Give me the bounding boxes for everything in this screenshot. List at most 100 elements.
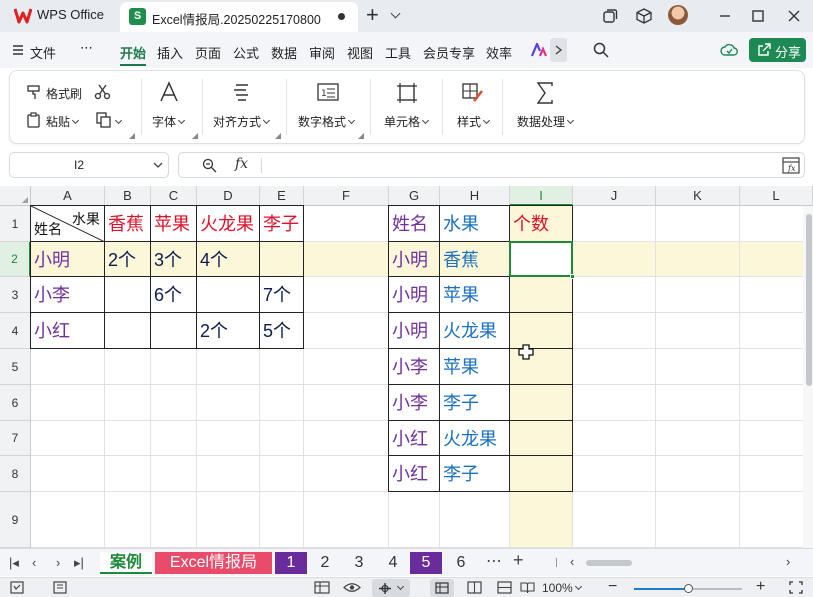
scissors-icon[interactable] (94, 84, 111, 100)
formula-expand-icon[interactable]: fx (782, 157, 800, 174)
reading-view-icon[interactable] (520, 581, 535, 594)
menu-view[interactable]: 视图 (347, 43, 373, 62)
count-cell[interactable]: 6个 (151, 277, 197, 313)
menu-file[interactable]: 文件 (30, 43, 56, 62)
menu-formula[interactable]: 公式 (233, 43, 259, 62)
fruit-header-cell[interactable]: 火龙果 (197, 206, 260, 242)
menu-review[interactable]: 审阅 (309, 43, 335, 62)
person-name-cell[interactable]: 小明 (389, 242, 440, 277)
fruit-name-cell[interactable]: 李子 (440, 456, 510, 492)
row-header-8[interactable]: 8 (0, 456, 31, 492)
prev-sheet-button[interactable]: ‹ (32, 555, 36, 570)
column-header-g[interactable]: G (389, 186, 440, 206)
fx-icon[interactable]: fx (235, 156, 248, 172)
menu-efficiency[interactable]: 效率 (486, 43, 512, 62)
column-header-a[interactable]: A (31, 186, 105, 206)
menu-tools[interactable]: 工具 (385, 43, 411, 62)
fruit-header-cell[interactable]: 苹果 (151, 206, 197, 242)
user-avatar[interactable] (668, 5, 688, 25)
close-icon[interactable] (785, 7, 803, 25)
cursor-mode-button[interactable] (372, 579, 410, 597)
diagonal-header-cell[interactable]: 水果 姓名 (31, 206, 105, 242)
count-cell[interactable]: 7个 (260, 277, 304, 313)
person-name-cell[interactable]: 小明 (389, 313, 440, 349)
maximize-icon[interactable] (749, 7, 767, 25)
row-header-4[interactable]: 4 (0, 313, 31, 349)
sheet-tab-2[interactable]: 2 (310, 552, 340, 574)
add-sheet-button[interactable]: + (513, 550, 524, 571)
person-name-cell[interactable]: 小李 (389, 349, 440, 385)
font-button[interactable]: 字体 (152, 113, 186, 130)
zoom-slider-handle[interactable] (684, 584, 693, 593)
fruit-header-cell[interactable]: 李子 (260, 206, 304, 242)
document-tab[interactable]: S Excel情报局.20250225170800 (120, 2, 358, 32)
row-header-1[interactable]: 1 (0, 206, 31, 242)
column-header-h[interactable]: H (440, 186, 510, 206)
number-format-icon[interactable]: 1 (317, 83, 339, 101)
count-cell[interactable]: 3个 (151, 242, 197, 277)
fruit-header-cell[interactable]: 水果 (440, 206, 510, 242)
person-name-cell[interactable]: 小李 (31, 277, 105, 313)
new-tab-button[interactable]: + (366, 3, 379, 27)
count-cell[interactable]: 2个 (105, 242, 151, 277)
fruit-name-cell[interactable]: 火龙果 (440, 313, 510, 349)
fruit-name-cell[interactable]: 苹果 (440, 277, 510, 313)
person-name-cell[interactable]: 小红 (31, 313, 105, 349)
paste-icon[interactable] (26, 112, 42, 128)
menu-scroll-right-button[interactable] (550, 38, 567, 62)
person-name-cell[interactable]: 小明 (389, 277, 440, 313)
more-sheets-button[interactable]: ⋯ (486, 551, 502, 571)
column-header-c[interactable]: C (151, 186, 197, 206)
fruit-name-cell[interactable]: 苹果 (440, 349, 510, 385)
window-layout-icon[interactable] (601, 7, 619, 25)
grid-view-icon[interactable] (314, 581, 330, 594)
expand-corner-icon[interactable] (192, 133, 198, 139)
person-name-cell[interactable]: 小李 (389, 385, 440, 421)
chevron-down-icon[interactable] (153, 162, 163, 169)
menu-insert[interactable]: 插入 (157, 43, 183, 62)
person-name-cell[interactable]: 小明 (31, 242, 105, 277)
menu-member[interactable]: 会员专享 (423, 43, 475, 62)
expand-corner-icon[interactable] (275, 133, 281, 139)
column-header-b[interactable]: B (105, 186, 151, 206)
count-cell[interactable]: 4个 (197, 242, 260, 277)
menu-more[interactable]: ⋯ (80, 40, 93, 56)
count-cell[interactable]: 5个 (260, 313, 304, 349)
page-icon[interactable] (53, 581, 67, 594)
horizontal-scrollbar-thumb[interactable] (586, 560, 632, 566)
number-format-button[interactable]: 数字格式 (298, 113, 356, 130)
count-cell[interactable] (197, 277, 260, 313)
data-process-button[interactable]: 数据处理 (517, 113, 575, 130)
sum-icon[interactable] (536, 82, 554, 104)
zoom-search-icon[interactable] (202, 158, 217, 173)
cell-button[interactable]: 单元格 (384, 113, 430, 130)
expand-corner-icon[interactable] (358, 133, 364, 139)
app-name[interactable]: WPS Office (37, 7, 104, 22)
vertical-scrollbar-thumb[interactable] (806, 214, 812, 386)
copy-chevron-down-icon[interactable] (114, 116, 123, 125)
font-icon[interactable] (158, 81, 180, 103)
macro-icon[interactable] (10, 581, 24, 594)
fill-handle[interactable] (570, 274, 575, 279)
sheet-tab-excel[interactable]: Excel情报局 (155, 552, 272, 574)
selected-cell[interactable] (509, 241, 573, 277)
person-name-cell[interactable]: 小红 (389, 456, 440, 492)
count-cell[interactable] (105, 277, 151, 313)
formula-bar[interactable]: fx fx (178, 152, 805, 178)
sheet-tab-4[interactable]: 4 (378, 552, 408, 574)
fruit-name-cell[interactable]: 火龙果 (440, 421, 510, 456)
box-icon[interactable] (635, 7, 653, 25)
hamburger-icon[interactable] (12, 44, 24, 56)
column-header-k[interactable]: K (656, 186, 740, 206)
row-header-7[interactable]: 7 (0, 421, 31, 456)
search-icon[interactable] (593, 42, 609, 58)
row-header-3[interactable]: 3 (0, 277, 31, 313)
cloud-sync-icon[interactable] (720, 41, 738, 59)
first-sheet-button[interactable]: |◂ (9, 555, 19, 571)
style-icon[interactable] (462, 83, 484, 103)
zoom-in-button[interactable]: + (756, 578, 765, 596)
menu-home[interactable]: 开始 (120, 43, 146, 62)
align-button[interactable]: 对齐方式 (213, 113, 271, 130)
menu-page[interactable]: 页面 (195, 43, 221, 62)
column-header-j[interactable]: J (573, 186, 656, 206)
